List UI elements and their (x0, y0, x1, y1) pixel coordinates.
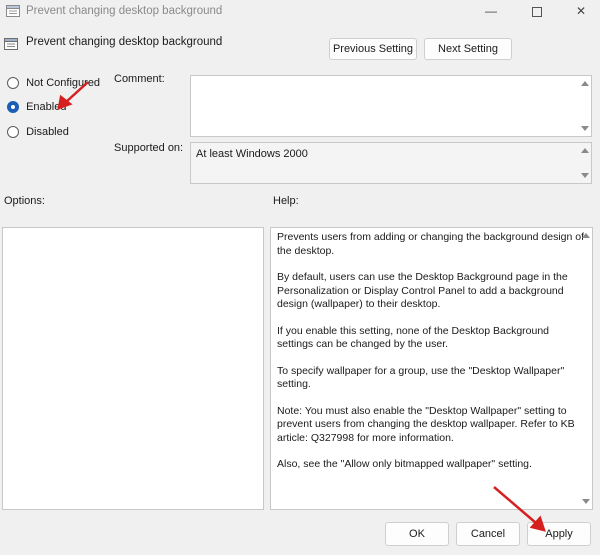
scroll-up-icon[interactable] (581, 81, 589, 86)
policy-setting-icon (4, 38, 18, 50)
help-paragraph: If you enable this setting, none of the … (277, 324, 550, 351)
supported-scrollbar[interactable] (578, 143, 591, 183)
policy-window-icon (6, 5, 20, 17)
previous-setting-button[interactable]: Previous Setting (329, 38, 417, 60)
help-paragraph: Also, see the "Allow only bitmapped wall… (277, 458, 532, 470)
supported-on-label: Supported on: (114, 142, 184, 154)
radio-enabled-icon (7, 101, 19, 114)
next-setting-button[interactable]: Next Setting (424, 38, 512, 60)
close-icon: ✕ (575, 4, 587, 18)
radio-not-configured-icon (7, 77, 19, 90)
comment-scrollbar[interactable] (578, 76, 591, 136)
help-paragraph: To specify wallpaper for a group, use th… (277, 364, 565, 391)
apply-button[interactable]: Apply (527, 522, 591, 546)
radio-not-configured-label: Not Configured (26, 77, 101, 90)
help-paragraph: Prevents users from adding or changing t… (277, 231, 585, 257)
radio-disabled-label: Disabled (26, 126, 69, 139)
scroll-down-icon[interactable] (581, 173, 589, 178)
maximize-icon (532, 6, 542, 17)
radio-disabled-icon (7, 126, 19, 139)
supported-on-field: At least Windows 2000 (190, 142, 592, 184)
comment-label: Comment: (114, 73, 165, 85)
comment-field[interactable] (190, 75, 592, 137)
radio-enabled[interactable]: Enabled (7, 101, 66, 117)
radio-disabled[interactable]: Disabled (7, 126, 69, 142)
radio-enabled-label: Enabled (26, 101, 67, 114)
help-panel: Prevents users from adding or changing t… (270, 227, 593, 510)
cancel-button[interactable]: Cancel (456, 522, 520, 546)
options-label: Options: (4, 195, 45, 207)
help-paragraph: By default, users can use the Desktop Ba… (277, 271, 568, 310)
help-scrollbar[interactable] (579, 228, 592, 509)
options-panel (2, 227, 264, 510)
ok-button[interactable]: OK (385, 522, 449, 546)
help-paragraph: Note: You must also enable the "Desktop … (277, 404, 575, 444)
minimize-button[interactable]: — (472, 2, 510, 22)
supported-on-value: At least Windows 2000 (196, 148, 308, 160)
policy-name: Prevent changing desktop background (26, 36, 223, 48)
maximize-button[interactable] (518, 2, 556, 22)
help-label: Help: (273, 195, 299, 207)
close-button[interactable]: ✕ (562, 2, 600, 22)
minimize-icon: — (485, 4, 497, 18)
scroll-up-icon[interactable] (582, 233, 590, 238)
scroll-up-icon[interactable] (581, 148, 589, 153)
scroll-down-icon[interactable] (582, 499, 590, 504)
window-title: Prevent changing desktop background (26, 5, 223, 17)
scroll-down-icon[interactable] (581, 126, 589, 131)
radio-not-configured[interactable]: Not Configured (7, 77, 100, 93)
